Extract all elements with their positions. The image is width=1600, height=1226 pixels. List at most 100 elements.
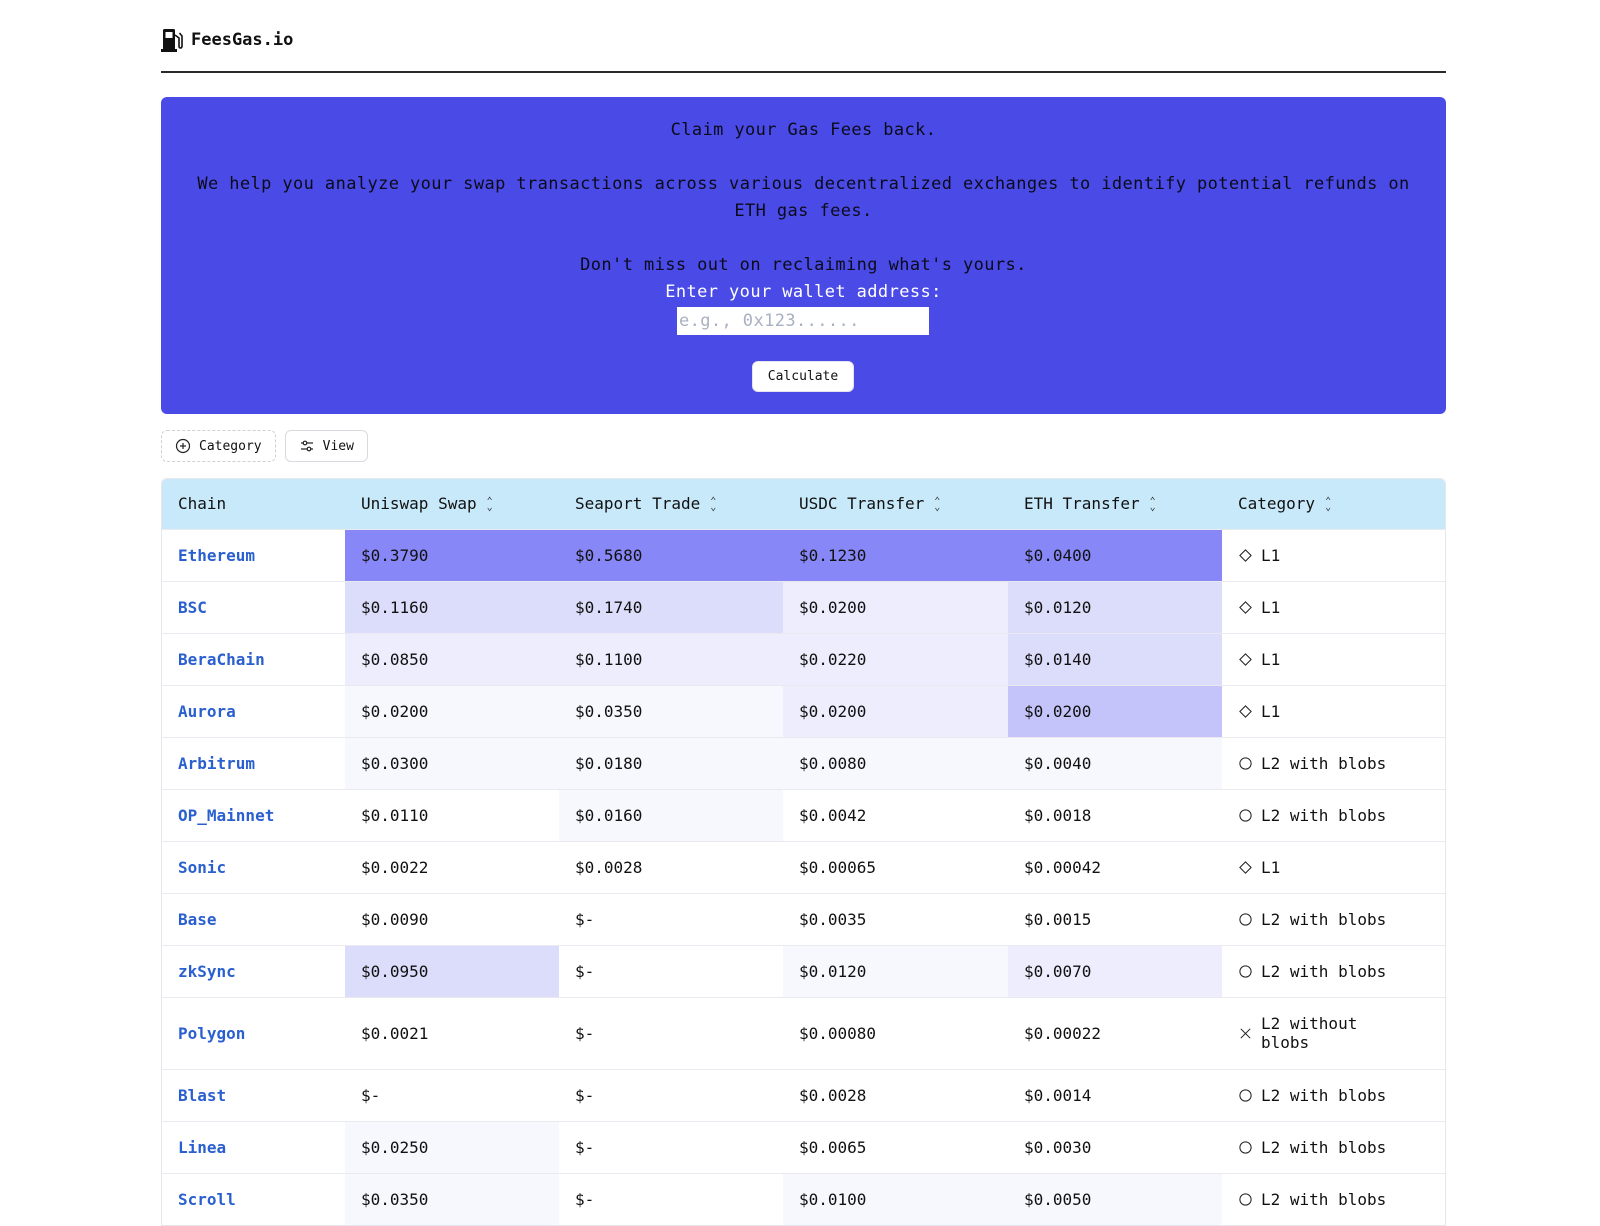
diamond-icon — [1238, 652, 1253, 667]
fee-cell-eth: $0.0400 — [1008, 528, 1222, 581]
sort-icon[interactable]: ⌃ ⌄ — [934, 496, 940, 512]
fee-cell-eth: $0.0140 — [1008, 632, 1222, 685]
wallet-address-input[interactable] — [677, 307, 929, 335]
category-cell: L2 with blobs — [1222, 944, 1445, 997]
fee-cell-seaport: $0.5680 — [559, 528, 783, 581]
view-options-label: View — [322, 438, 354, 454]
fee-cell-seaport: $- — [559, 1172, 783, 1225]
column-header-label: Chain — [178, 494, 227, 514]
fee-cell-uniswap: $0.0350 — [345, 1172, 559, 1225]
category-cell: L1 — [1222, 528, 1445, 581]
fee-cell-usdc: $0.0200 — [783, 580, 1008, 633]
column-header-seaport-trade[interactable]: Seaport Trade ⌃ ⌄ — [559, 479, 783, 529]
fee-cell-uniswap: $0.1160 — [345, 580, 559, 633]
fee-cell-eth: $0.0050 — [1008, 1172, 1222, 1225]
category-label: L1 — [1261, 545, 1281, 565]
column-header-usdc-transfer[interactable]: USDC Transfer ⌃ ⌄ — [783, 479, 1008, 529]
view-options-button[interactable]: View — [284, 430, 368, 462]
hero-cta-text: Don't miss out on reclaiming what's your… — [580, 255, 1027, 275]
table-row[interactable]: Ethereum $0.3790 $0.5680 $0.1230 $0.0400 L1 — [162, 528, 1445, 581]
chain-link[interactable]: OP_Mainnet — [162, 788, 345, 841]
fee-cell-seaport: $0.1100 — [559, 632, 783, 685]
fee-cell-uniswap: $0.0110 — [345, 788, 559, 841]
fee-cell-usdc: $0.0100 — [783, 1172, 1008, 1225]
column-header-label: Category — [1238, 494, 1316, 514]
hero-description: We help you analyze your swap transactio… — [197, 174, 1410, 221]
table-toolbar: Category View — [161, 430, 368, 462]
x-icon — [1238, 1026, 1253, 1041]
chain-link[interactable]: Aurora — [162, 684, 345, 737]
chain-link[interactable]: BSC — [162, 580, 345, 633]
category-label: L2 with blobs — [1261, 805, 1387, 825]
category-filter-label: Category — [199, 438, 262, 454]
fee-cell-usdc: $0.0042 — [783, 788, 1008, 841]
column-header-uniswap-swap[interactable]: Uniswap Swap ⌃ ⌄ — [345, 479, 559, 529]
chain-link[interactable]: Base — [162, 892, 345, 945]
column-header-eth-transfer[interactable]: ETH Transfer ⌃ ⌄ — [1008, 479, 1222, 529]
chain-link[interactable]: Sonic — [162, 840, 345, 893]
fee-cell-eth: $0.0070 — [1008, 944, 1222, 997]
category-label: L2 with blobs — [1261, 1085, 1387, 1105]
table-row[interactable]: Sonic $0.0022 $0.0028 $0.00065 $0.00042 L1 — [162, 840, 1445, 893]
chain-link[interactable]: Blast — [162, 1068, 345, 1121]
chain-link[interactable]: Arbitrum — [162, 736, 345, 789]
category-cell: L1 — [1222, 632, 1445, 685]
fee-cell-seaport: $- — [559, 944, 783, 997]
fee-cell-usdc: $0.0028 — [783, 1068, 1008, 1121]
fee-cell-usdc: $0.0065 — [783, 1120, 1008, 1173]
sort-icon[interactable]: ⌃ ⌄ — [487, 496, 493, 512]
table-row[interactable]: Base $0.0090 $- $0.0035 $0.0015 L2 with blobs — [162, 892, 1445, 945]
table-row[interactable]: Polygon $0.0021 $- $0.00080 $0.00022 L2 witho… — [162, 996, 1445, 1069]
calculate-button[interactable]: Calculate — [752, 361, 854, 392]
hero-headline: Claim your Gas Fees back. — [670, 120, 937, 140]
fee-cell-uniswap: $0.0850 — [345, 632, 559, 685]
category-label: L2 with blobs — [1261, 753, 1387, 773]
circle-icon — [1238, 1192, 1253, 1207]
table-row[interactable]: Arbitrum $0.0300 $0.0180 $0.0080 $0.0040 L2 w… — [162, 736, 1445, 789]
category-label: L2 with blobs — [1261, 961, 1387, 981]
chain-link[interactable]: Ethereum — [162, 528, 345, 581]
table-row[interactable]: Scroll $0.0350 $- $0.0100 $0.0050 L2 with blo… — [162, 1172, 1445, 1225]
diamond-icon — [1238, 704, 1253, 719]
sort-icon[interactable]: ⌃ ⌄ — [1325, 496, 1331, 512]
fee-cell-uniswap: $0.0950 — [345, 944, 559, 997]
table-row[interactable]: Linea $0.0250 $- $0.0065 $0.0030 L2 with blob… — [162, 1120, 1445, 1173]
fee-cell-uniswap: $0.0090 — [345, 892, 559, 945]
fuel-pump-icon — [161, 28, 183, 52]
category-label: L2 with blobs — [1261, 1189, 1387, 1209]
sort-icon[interactable]: ⌃ ⌄ — [710, 496, 716, 512]
category-cell: L2 with blobs — [1222, 1068, 1445, 1121]
brand-logo[interactable]: FeesGas.io — [161, 27, 293, 53]
chain-link[interactable]: Linea — [162, 1120, 345, 1173]
column-header-category[interactable]: Category ⌃ ⌄ — [1222, 479, 1445, 529]
fee-cell-eth: $0.0030 — [1008, 1120, 1222, 1173]
fee-cell-uniswap: $0.3790 — [345, 528, 559, 581]
fee-cell-usdc: $0.0120 — [783, 944, 1008, 997]
fee-cell-usdc: $0.00065 — [783, 840, 1008, 893]
fee-cell-uniswap: $0.0300 — [345, 736, 559, 789]
table-row[interactable]: BeraChain $0.0850 $0.1100 $0.0220 $0.0140 L1 — [162, 632, 1445, 685]
circle-icon — [1238, 1140, 1253, 1155]
column-header-label: Seaport Trade — [575, 494, 701, 514]
sort-icon[interactable]: ⌃ ⌄ — [1150, 496, 1156, 512]
chain-link[interactable]: BeraChain — [162, 632, 345, 685]
circle-icon — [1238, 964, 1253, 979]
fee-cell-usdc: $0.1230 — [783, 528, 1008, 581]
column-header-chain[interactable]: Chain — [162, 479, 345, 529]
table-row[interactable]: Aurora $0.0200 $0.0350 $0.0200 $0.0200 L1 — [162, 684, 1445, 737]
table-row[interactable]: Blast $- $- $0.0028 $0.0014 L2 with blobs — [162, 1068, 1445, 1121]
chain-link[interactable]: zkSync — [162, 944, 345, 997]
category-cell: L2 with blobs — [1222, 736, 1445, 789]
table-row[interactable]: OP_Mainnet $0.0110 $0.0160 $0.0042 $0.0018 L2… — [162, 788, 1445, 841]
wallet-label: Enter your wallet address: — [665, 282, 942, 302]
fee-cell-uniswap: $0.0250 — [345, 1120, 559, 1173]
table-row[interactable]: BSC $0.1160 $0.1740 $0.0200 $0.0120 L1 — [162, 580, 1445, 633]
fee-cell-uniswap: $0.0200 — [345, 684, 559, 737]
table-row[interactable]: zkSync $0.0950 $- $0.0120 $0.0070 L2 with blo… — [162, 944, 1445, 997]
category-filter-button[interactable]: Category — [161, 430, 276, 462]
chain-link[interactable]: Scroll — [162, 1172, 345, 1225]
gas-fees-table: Chain Uniswap Swap ⌃ ⌄ Seaport Trade ⌃ ⌄ USD… — [161, 478, 1446, 1226]
category-label: L1 — [1261, 701, 1281, 721]
fee-cell-seaport: $0.0028 — [559, 840, 783, 893]
chain-link[interactable]: Polygon — [162, 996, 345, 1069]
